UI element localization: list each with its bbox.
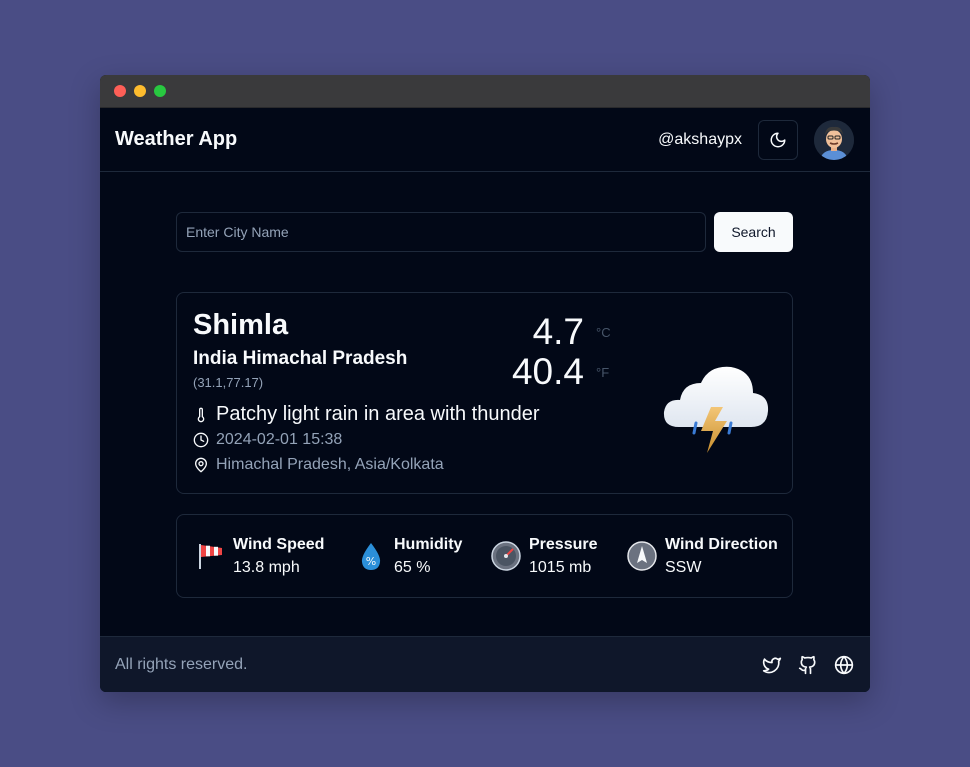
window-titlebar [100,75,870,108]
stat-wind-speed: Wind Speed 13.8 mph [195,515,324,597]
moon-icon [770,132,786,147]
maximize-window-button[interactable] [154,85,166,97]
stat-wind-direction: Wind Direction SSW [627,515,778,597]
condition-row: Patchy light rain in area with thunder [193,403,540,426]
theme-toggle-button[interactable] [758,119,798,160]
app-header: Weather App @akshaypx [100,108,870,172]
globe-icon[interactable] [834,655,854,675]
app-title: Weather App [115,128,238,150]
stat-label: Humidity [394,535,463,553]
stat-value: 1015 mb [529,558,592,576]
username-link[interactable]: @akshaypx [658,131,742,149]
app-window: Weather App @akshaypx Enter City Name Se… [100,75,870,692]
location-text: Himachal Pradesh, Asia/Kolkata [216,456,444,473]
stat-value: 13.8 mph [233,558,300,576]
windsock-icon [195,541,225,571]
minimize-window-button[interactable] [134,85,146,97]
temperature-fahrenheit: 40.4 [511,351,584,392]
compass-icon [627,541,657,571]
stat-label: Wind Direction [665,535,778,553]
stat-label: Pressure [529,535,598,553]
footer-copyright: All rights reserved. [115,655,248,673]
weather-card: Shimla India Himachal Pradesh (31.1,77.1… [176,292,793,494]
close-window-button[interactable] [114,85,126,97]
twitter-icon[interactable] [762,655,782,675]
stat-value: SSW [665,558,702,576]
map-pin-icon [193,457,209,473]
region-name: India Himachal Pradesh [193,348,408,369]
avatar-cartoon-icon [814,119,854,160]
thermometer-icon [193,407,209,423]
humidity-drop-icon: % [356,541,386,571]
clock-icon [193,432,209,448]
condition-text: Patchy light rain in area with thunder [216,403,540,425]
datetime-row: 2024-02-01 15:38 [193,431,342,449]
search-bar: Search [176,212,793,252]
celsius-unit: °C [596,325,611,340]
datetime-text: 2024-02-01 15:38 [216,431,343,448]
thunderstorm-cloud-icon [661,355,771,460]
stat-value: 65 % [394,558,431,576]
stat-humidity: % Humidity 65 % [356,515,462,597]
fahrenheit-unit: °F [596,365,610,380]
city-name: Shimla [193,309,289,341]
stat-label: Wind Speed [233,535,325,553]
city-search-input[interactable] [176,212,706,252]
temperature-celsius: 4.7 [532,311,584,352]
svg-text:%: % [366,555,376,568]
coordinates: (31.1,77.17) [193,375,264,390]
github-icon[interactable] [798,655,818,675]
stats-card: Wind Speed 13.8 mph % Humidity 65 % Pres… [176,514,793,598]
main-content: Search Shimla India Himachal Pradesh (31… [100,172,870,635]
stat-pressure: Pressure 1015 mb [491,515,598,597]
pressure-gauge-icon [491,541,521,571]
avatar[interactable] [814,119,854,160]
search-button[interactable]: Search [714,212,793,252]
location-row: Himachal Pradesh, Asia/Kolkata [193,456,444,474]
app-footer: All rights reserved. [100,636,870,692]
